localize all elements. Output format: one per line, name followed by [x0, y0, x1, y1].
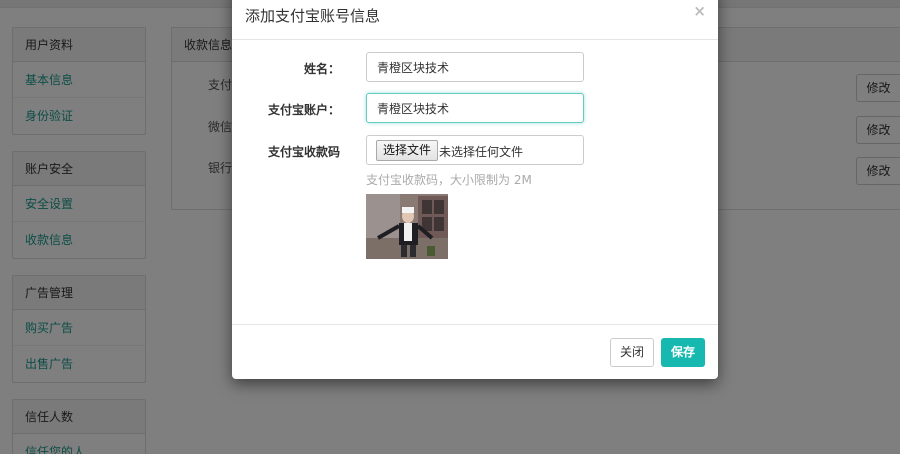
modal-footer: 关闭 保存 [232, 324, 718, 379]
alipay-account-input[interactable] [366, 93, 584, 123]
save-button[interactable]: 保存 [661, 338, 705, 367]
name-label: 姓名： [303, 62, 340, 76]
name-input[interactable] [366, 52, 584, 82]
file-status-text: 未选择任何文件 [439, 145, 524, 159]
qrcode-file-input[interactable]: 选择文件 未选择任何文件 [366, 135, 584, 165]
modal-header: 添加支付宝账号信息 × [232, 0, 718, 40]
qrcode-preview-image [366, 194, 448, 259]
close-button[interactable]: 关闭 [610, 338, 654, 367]
qrcode-label: 支付宝收款码 [267, 145, 340, 159]
modal-title: 添加支付宝账号信息 [245, 7, 381, 25]
account-label: 支付宝账户： [267, 103, 340, 117]
close-icon[interactable]: × [693, 2, 706, 20]
qrcode-help-text: 支付宝收款码，大小限制为 2M [366, 173, 532, 187]
choose-file-button[interactable]: 选择文件 [376, 140, 439, 161]
add-alipay-modal: 添加支付宝账号信息 × 姓名： 支付宝账户： 支付宝收款码 选择文件 未选择任何… [232, 0, 718, 379]
